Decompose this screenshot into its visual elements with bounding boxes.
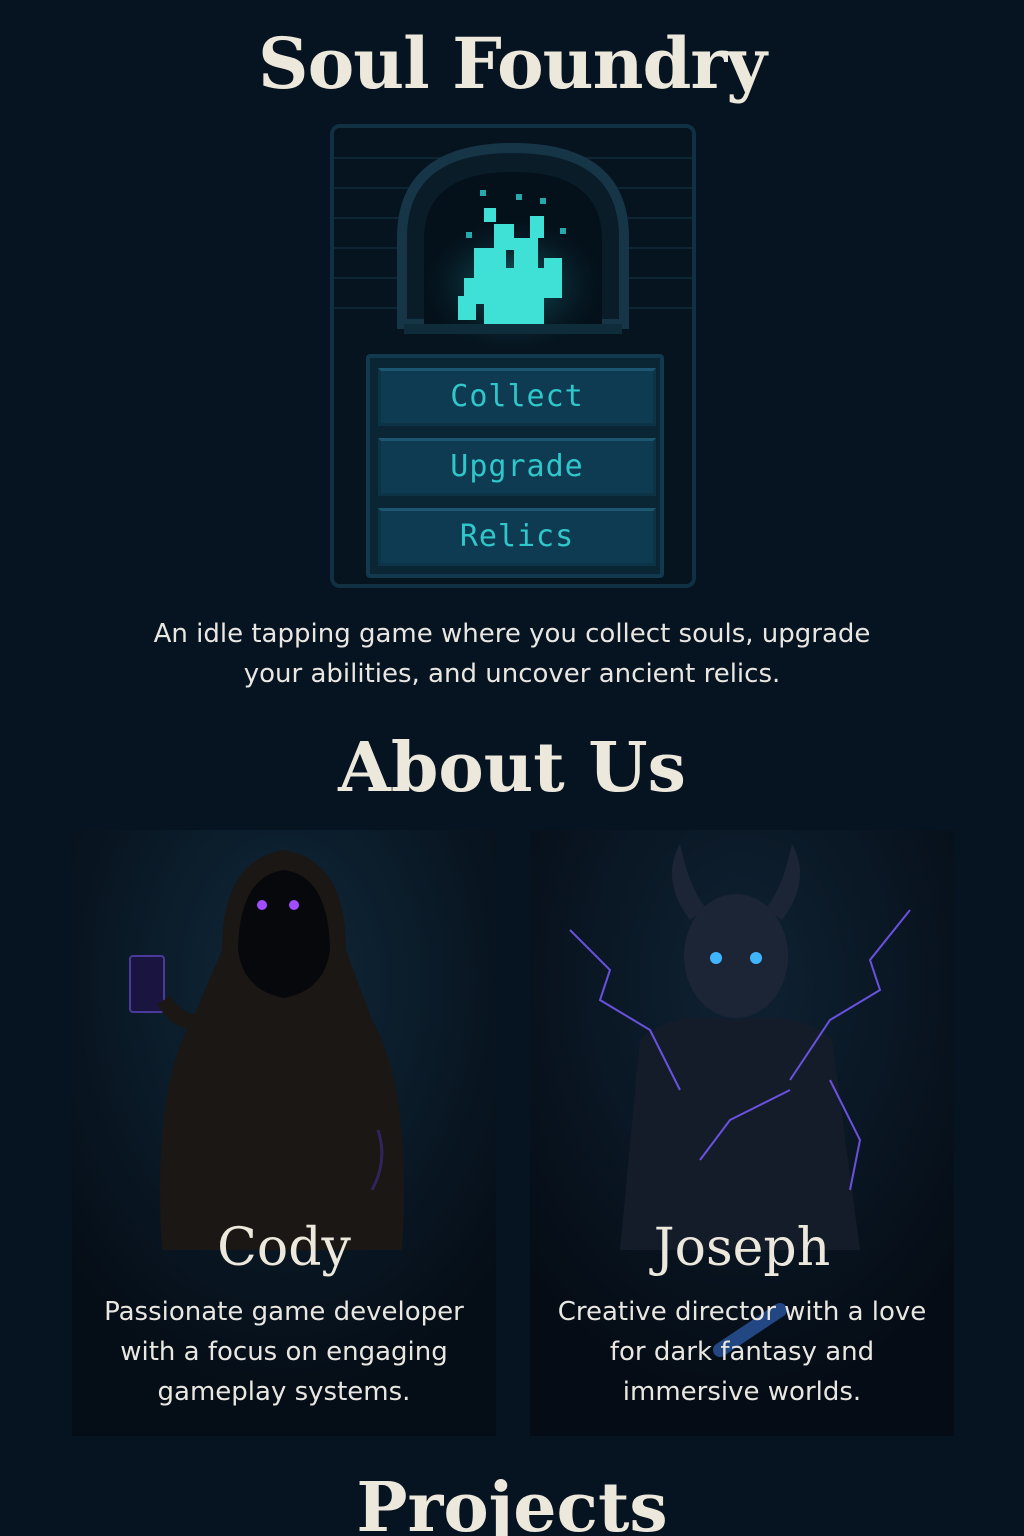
member-description-line-1: Passionate game developer [104, 1297, 464, 1327]
member-description-line-3: immersive worlds. [622, 1377, 862, 1407]
projects-heading: Projects [356, 1468, 668, 1536]
game-description-line-1: An idle tapping game where you collect s… [153, 619, 871, 649]
member-description-line-1: Creative director with a love [557, 1297, 927, 1327]
member-description-line-2: for dark fantasy and [609, 1337, 875, 1367]
member-description: Creative director with a love for dark f… [530, 1292, 954, 1412]
game-preview: Collect Upgrade Relics [330, 124, 696, 588]
game-menu: Collect Upgrade Relics [366, 354, 664, 578]
team-card-joseph: Joseph Creative director with a love for… [530, 830, 954, 1436]
member-description: Passionate game developer with a focus o… [72, 1292, 496, 1412]
game-description: An idle tapping game where you collect s… [112, 614, 912, 694]
collect-button[interactable]: Collect [378, 368, 656, 426]
game-description-line-2: your abilities, and uncover ancient reli… [243, 659, 781, 689]
member-description-line-3: gameplay systems. [157, 1377, 411, 1407]
member-name: Joseph [653, 1218, 831, 1278]
upgrade-button[interactable]: Upgrade [378, 438, 656, 496]
member-name: Cody [217, 1218, 351, 1278]
relics-button[interactable]: Relics [378, 508, 656, 566]
page-title: Soul Foundry [258, 22, 767, 105]
team-card-cody: Cody Passionate game developer with a fo… [72, 830, 496, 1436]
member-description-line-2: with a focus on engaging [120, 1337, 448, 1367]
about-heading: About Us [338, 728, 686, 808]
